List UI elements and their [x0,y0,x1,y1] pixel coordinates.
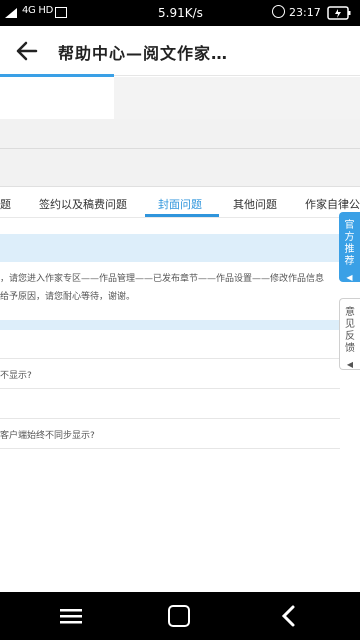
feedback-tab[interactable]: 意见反馈 ◀ [339,298,360,370]
network-speed: 5.91K/s [158,6,203,20]
app-screen: 4G HD 5.91K/s 23:17 帮助中心—阅文作家… 题 签约以及稿费问… [0,0,360,640]
question-text: 不显示? [0,371,32,381]
tab-other[interactable]: 其他问题 [233,196,277,212]
page-title: 帮助中心—阅文作家… [58,44,229,63]
system-nav-bar [0,592,360,640]
clock-time: 23:17 [289,6,321,19]
content-strip-gray [114,77,360,119]
app-header: 帮助中心—阅文作家… [0,26,360,76]
caret-left-icon: ◀ [346,360,354,369]
battery-icon [327,6,351,20]
official-recommend-tab[interactable]: 官方推荐 ◀ [339,212,360,282]
status-bar: 4G HD 5.91K/s 23:17 [0,0,360,26]
answer-text: ，请您进入作家专区——作品管理——已发布章节——作品设置——修改作品信息 给予原… [0,270,340,306]
tab-author-discipline[interactable]: 作家自律公 [305,196,360,212]
tab-signing-payment[interactable]: 签约以及稿费问题 [39,196,127,212]
alarm-icon [272,5,285,18]
chevron-left-icon[interactable] [278,604,298,628]
signal-icon [5,8,17,18]
active-tab-indicator [145,214,219,217]
feedback-label: 意见反馈 [345,307,355,354]
tab-partial[interactable]: 题 [0,196,11,212]
section-strip [0,320,340,330]
gray-spacer [0,119,360,187]
image-notification-icon [55,7,67,18]
list-item[interactable]: 不显示? [0,359,340,389]
content-strip [0,77,114,119]
recommend-label: 官方推荐 [344,220,355,267]
answer-highlight [0,234,340,262]
list-item[interactable]: 客户端始终不同步显示? [0,419,340,449]
menu-icon[interactable] [58,606,84,626]
divider [0,148,360,149]
caret-left-icon: ◀ [346,273,353,282]
answer-line-1: ，请您进入作家专区——作品管理——已发布章节——作品设置——修改作品信息 [0,274,325,284]
network-type: 4G HD [22,5,54,16]
answer-line-2: 给予原因，请您耐心等待，谢谢。 [0,292,136,302]
arrow-left-icon[interactable] [12,36,42,66]
home-icon[interactable] [168,605,190,627]
question-text: 客户端始终不同步显示? [0,431,95,441]
tab-cover[interactable]: 封面问题 [158,196,202,212]
